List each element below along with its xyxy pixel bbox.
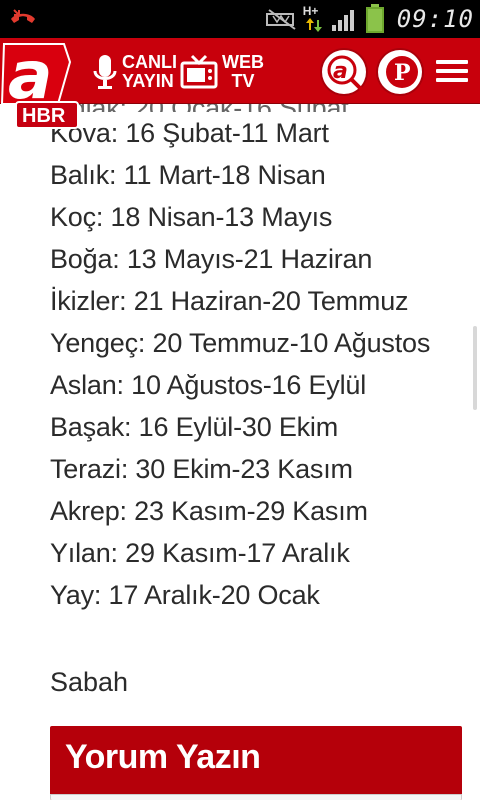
scrollbar[interactable] bbox=[473, 326, 477, 410]
network-label: H+ bbox=[302, 4, 319, 18]
comment-title: Yorum Yazın bbox=[65, 738, 261, 776]
web-tv-button[interactable]: WEB TV bbox=[180, 50, 264, 94]
ahaber-logo[interactable]: a HBR bbox=[0, 37, 80, 130]
live-broadcast-button[interactable]: CANLI YAYIN bbox=[92, 50, 177, 94]
live-label-line1: CANLI bbox=[122, 52, 177, 72]
battery-icon bbox=[365, 4, 384, 33]
tv-icon bbox=[180, 54, 218, 89]
list-item: Boğa: 13 Mayıs-21 Haziran bbox=[50, 244, 373, 274]
list-item: Aslan: 10 Ağustos-16 Eylül bbox=[50, 370, 366, 400]
webtv-label-line1: WEB bbox=[222, 52, 264, 72]
zodiac-dates-list: Oğlak: 20 Ocak-16 Şubat Kova: 16 Şubat-1… bbox=[50, 104, 470, 616]
status-right-group: H+ 09:10 bbox=[265, 0, 474, 38]
webtv-label: WEB TV bbox=[222, 53, 264, 91]
list-item: Yılan: 29 Kasım-17 Aralık bbox=[50, 538, 350, 568]
list-item: İkizler: 21 Haziran-20 Temmuz bbox=[50, 286, 409, 316]
comment-input[interactable] bbox=[50, 794, 462, 800]
clock: 09:10 bbox=[396, 5, 474, 33]
search-button[interactable]: a bbox=[322, 50, 366, 94]
list-item: Başak: 16 Eylül-30 Ekim bbox=[50, 412, 339, 442]
hamburger-menu-icon[interactable] bbox=[436, 60, 468, 86]
source-label: Sabah bbox=[50, 667, 129, 697]
list-item: Kova: 16 Şubat-11 Mart bbox=[50, 118, 329, 148]
list-item: Akrep: 23 Kasım-29 Kasım bbox=[50, 496, 368, 526]
mute-icon bbox=[265, 9, 296, 30]
list-item-partial: Oğlak: 20 Ocak-16 Şubat bbox=[50, 104, 470, 112]
profile-button[interactable]: P bbox=[378, 50, 422, 94]
svg-text:P: P bbox=[394, 60, 411, 86]
signal-icon bbox=[331, 10, 354, 31]
logo-text: HBR bbox=[22, 105, 66, 127]
p-profile-icon: P bbox=[386, 56, 418, 88]
list-item: Yengeç: 20 Temmuz-10 Ağustos bbox=[50, 328, 431, 358]
article-content: Oğlak: 20 Ocak-16 Şubat Kova: 16 Şubat-1… bbox=[50, 104, 470, 616]
list-item: Yay: 17 Aralık-20 Ocak bbox=[50, 580, 320, 610]
status-bar: H+ 09:10 bbox=[0, 0, 480, 38]
list-item: Balık: 11 Mart-18 Nisan bbox=[50, 160, 326, 190]
missed-call-icon bbox=[11, 9, 35, 23]
a-search-icon: a bbox=[327, 55, 363, 91]
comment-section: Yorum Yazın bbox=[50, 726, 462, 800]
microphone-icon bbox=[93, 55, 117, 89]
list-item: Koç: 18 Nisan-13 Mayıs bbox=[50, 202, 333, 232]
svg-text:a: a bbox=[333, 59, 348, 84]
live-label: CANLI YAYIN bbox=[122, 53, 177, 91]
webtv-label-line2: TV bbox=[231, 71, 255, 91]
live-label-line2: YAYIN bbox=[122, 71, 174, 91]
network-hplus-icon: H+ bbox=[303, 4, 325, 34]
list-item: Terazi: 30 Ekim-23 Kasım bbox=[50, 454, 353, 484]
